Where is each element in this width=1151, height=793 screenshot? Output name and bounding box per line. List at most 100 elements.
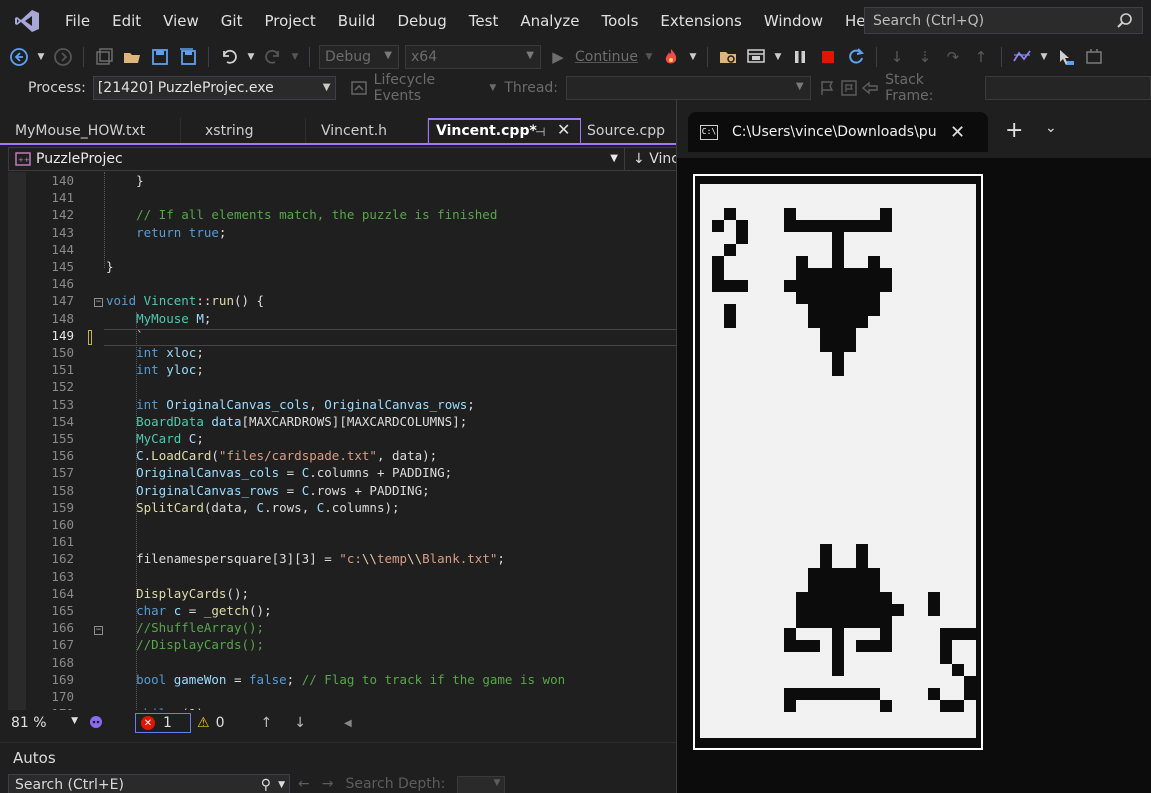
code-line[interactable]: 142 // If all elements match, the puzzle… [8, 207, 676, 224]
project-scope-combo[interactable]: ++ PuzzleProjec ▼ [9, 148, 625, 170]
dropdown-caret-icon[interactable]: ▼ [36, 46, 46, 68]
continue-play-icon[interactable]: ▶ [547, 46, 569, 68]
dropdown-caret-icon[interactable]: ▼ [290, 46, 300, 68]
menu-git[interactable]: Git [210, 0, 254, 42]
show-flagged-threads-icon[interactable] [838, 77, 860, 99]
tab-vincent-h[interactable]: Vincent.h [306, 118, 428, 144]
code-line[interactable]: 163 [8, 569, 676, 586]
dropdown-caret-icon[interactable]: ▼ [773, 46, 783, 68]
warning-count[interactable]: 0 [216, 715, 225, 731]
code-line[interactable]: 160 [8, 517, 676, 534]
tab-mymouse-how[interactable]: MyMouse_HOW.txt [0, 118, 181, 144]
menu-file[interactable]: File [54, 0, 101, 42]
stop-debugging-icon[interactable] [817, 46, 839, 68]
pointer-select-icon[interactable] [1055, 46, 1077, 68]
stack-frame-combo[interactable] [984, 76, 1151, 100]
code-line[interactable]: 151 int yloc; [8, 362, 676, 379]
tab-vincent-cpp[interactable]: Vincent.cpp* ⊣ ✕ [428, 118, 581, 144]
code-line[interactable]: 162 filenamespersquare[3][3] = "c:\\temp… [8, 551, 676, 568]
previous-issue-icon[interactable]: ↑ [260, 715, 272, 731]
diagnostic-tools-icon[interactable] [1011, 46, 1033, 68]
code-line[interactable]: 169 bool gameWon = false; // Flag to tra… [8, 672, 676, 689]
tab-source-cpp[interactable]: Source.cpp [581, 118, 679, 144]
menu-project[interactable]: Project [253, 0, 326, 42]
search-next-icon[interactable]: → [322, 776, 334, 793]
open-folder-icon[interactable] [121, 46, 143, 68]
code-line[interactable]: 159 SplitCard(data, C.rows, C.columns); [8, 500, 676, 517]
chevron-down-icon[interactable]: ⌄ [1045, 120, 1057, 136]
thread-combo[interactable]: ▼ [566, 76, 811, 100]
process-combo[interactable]: [21420] PuzzleProjec.exe ▼ [92, 76, 337, 100]
navigate-forward-icon[interactable] [52, 46, 74, 68]
pin-tab-icon[interactable]: ⊣ [535, 121, 545, 143]
errors-button[interactable]: ✕ 1 [135, 713, 191, 733]
lifecycle-events-button[interactable]: Lifecycle Events [374, 72, 485, 104]
chevron-down-icon[interactable]: ▼ [278, 775, 285, 793]
step-over-icon[interactable]: ↷ [942, 46, 964, 68]
code-line[interactable]: 148 MyMouse M; [8, 311, 676, 328]
code-line[interactable]: 144 [8, 242, 676, 259]
dropdown-caret-icon[interactable]: ▼ [1039, 46, 1049, 68]
menu-edit[interactable]: Edit [101, 0, 152, 42]
step-out-icon[interactable]: ↑ [970, 46, 992, 68]
code-line[interactable]: 154 BoardData data[MAXCARDROWS][MAXCARDC… [8, 414, 676, 431]
code-line[interactable]: 166 //ShuffleArray(); [8, 620, 676, 637]
close-tab-icon[interactable]: ✕ [557, 119, 570, 141]
window-layout-icon[interactable] [745, 46, 767, 68]
code-line[interactable]: 152 [8, 379, 676, 396]
terminal-tab[interactable]: C:\ C:\Users\vince\Downloads\pu ✕ [688, 112, 988, 152]
code-line[interactable]: 157 OriginalCanvas_cols = C.columns + PA… [8, 465, 676, 482]
navigate-back-icon[interactable] [8, 46, 30, 68]
code-line[interactable]: 153 int OriginalCanvas_cols, OriginalCan… [8, 397, 676, 414]
menu-extensions[interactable]: Extensions [649, 0, 752, 42]
toolbox-icon[interactable] [1083, 46, 1105, 68]
code-line[interactable]: 155 MyCard C; [8, 431, 676, 448]
code-line[interactable]: 145} [8, 259, 676, 276]
menu-view[interactable]: View [152, 0, 210, 42]
restart-icon[interactable] [845, 46, 867, 68]
dropdown-caret-icon[interactable]: ▼ [688, 46, 698, 68]
save-all-icon[interactable] [177, 46, 199, 68]
menu-test[interactable]: Test [458, 0, 510, 42]
code-line[interactable]: 165 char c = _getch(); [8, 603, 676, 620]
code-line[interactable]: 170 [8, 689, 676, 706]
search-previous-icon[interactable]: ← [298, 776, 310, 793]
step-into-specific-icon[interactable]: ⇣ [914, 46, 936, 68]
code-line[interactable]: 146 [8, 276, 676, 293]
continue-button[interactable]: Continue [575, 49, 638, 65]
stack-frame-icon[interactable] [860, 77, 882, 99]
menu-window[interactable]: Window [753, 0, 834, 42]
hot-reload-flame-icon[interactable] [660, 46, 682, 68]
visual-studio-logo-icon[interactable] [14, 9, 40, 33]
member-scope-combo[interactable]: ↓ Vinc [625, 151, 679, 167]
code-line[interactable]: 150 int xloc; [8, 345, 676, 362]
menu-build[interactable]: Build [327, 0, 387, 42]
dropdown-caret-icon[interactable]: ▼ [644, 46, 654, 68]
code-line[interactable]: 158 OriginalCanvas_rows = C.rows + PADDI… [8, 483, 676, 500]
menu-debug[interactable]: Debug [386, 0, 457, 42]
new-tab-plus-icon[interactable]: + [1005, 118, 1023, 143]
menu-analyze[interactable]: Analyze [509, 0, 590, 42]
solution-platform-combo[interactable]: x64 ▼ [405, 45, 541, 69]
flag-thread-icon[interactable] [817, 77, 839, 99]
code-line[interactable]: 147 void Vincent::run() { [8, 293, 676, 310]
menu-tools[interactable]: Tools [590, 0, 649, 42]
save-icon[interactable] [149, 46, 171, 68]
code-line[interactable]: 156 C.LoadCard("files/cardspade.txt", da… [8, 448, 676, 465]
break-all-pause-icon[interactable] [789, 46, 811, 68]
autos-search-input[interactable]: Search (Ctrl+E) ⚲ ▼ [8, 774, 290, 793]
code-line[interactable]: 149 ` [8, 328, 676, 345]
search-depth-combo[interactable]: ▼ [457, 776, 506, 793]
tab-xstring[interactable]: xstring [181, 118, 306, 144]
redo-icon[interactable] [262, 46, 284, 68]
search-input[interactable]: Search (Ctrl+Q) [864, 7, 1143, 34]
copilot-icon[interactable] [88, 714, 104, 734]
code-line[interactable]: 143 return true; [8, 225, 676, 242]
step-into-icon[interactable]: ↓ [886, 46, 908, 68]
code-line[interactable]: 171 while (1) [8, 706, 676, 710]
code-line[interactable]: 168 [8, 655, 676, 672]
code-line[interactable]: 141 [8, 190, 676, 207]
code-line[interactable]: 167 //DisplayCards(); [8, 637, 676, 654]
lifecycle-events-icon[interactable] [348, 77, 370, 99]
close-icon[interactable]: ✕ [950, 122, 965, 143]
